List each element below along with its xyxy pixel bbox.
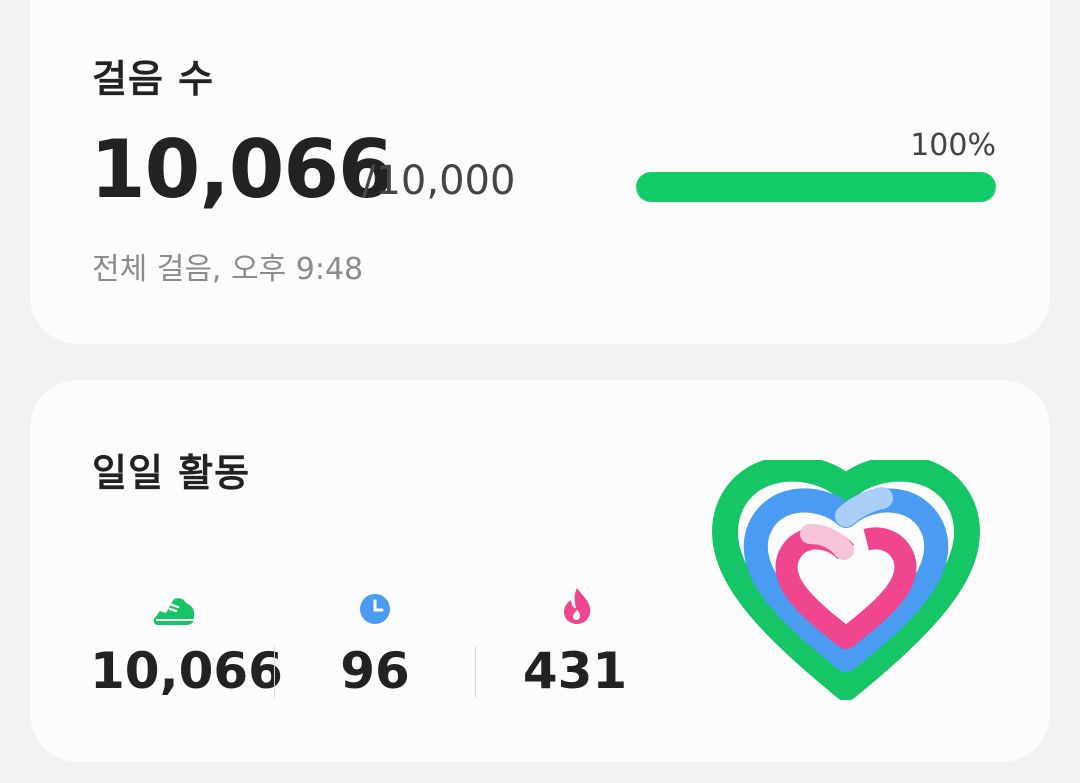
steps-metric-value: 10,066	[90, 642, 283, 700]
activity-heart-rings	[711, 460, 981, 700]
steps-progress-fill	[636, 172, 996, 202]
steps-subtext: 전체 걸음, 오후 9:48	[92, 252, 364, 287]
steps-card-title: 걸음 수	[92, 57, 215, 101]
activity-card-title: 일일 활동	[92, 451, 251, 495]
calories-metric-value: 431	[522, 642, 628, 700]
clock-icon	[360, 594, 390, 624]
step-goal: /10,000	[362, 158, 516, 204]
steps-card[interactable]: 걸음 수 10,066 /10,000 전체 걸음, 오후 9:48 100%	[30, 0, 1050, 344]
metric-divider	[274, 646, 275, 698]
flame-icon	[564, 588, 591, 624]
shoe-icon	[153, 598, 194, 625]
daily-activity-card[interactable]: 일일 활동 10,066 96 431	[30, 380, 1050, 762]
step-count: 10,066	[90, 123, 394, 216]
metric-divider	[475, 646, 476, 698]
active-time-metric-value: 96	[340, 642, 410, 700]
progress-percent: 100%	[910, 128, 996, 163]
steps-progress-bar	[636, 172, 996, 202]
